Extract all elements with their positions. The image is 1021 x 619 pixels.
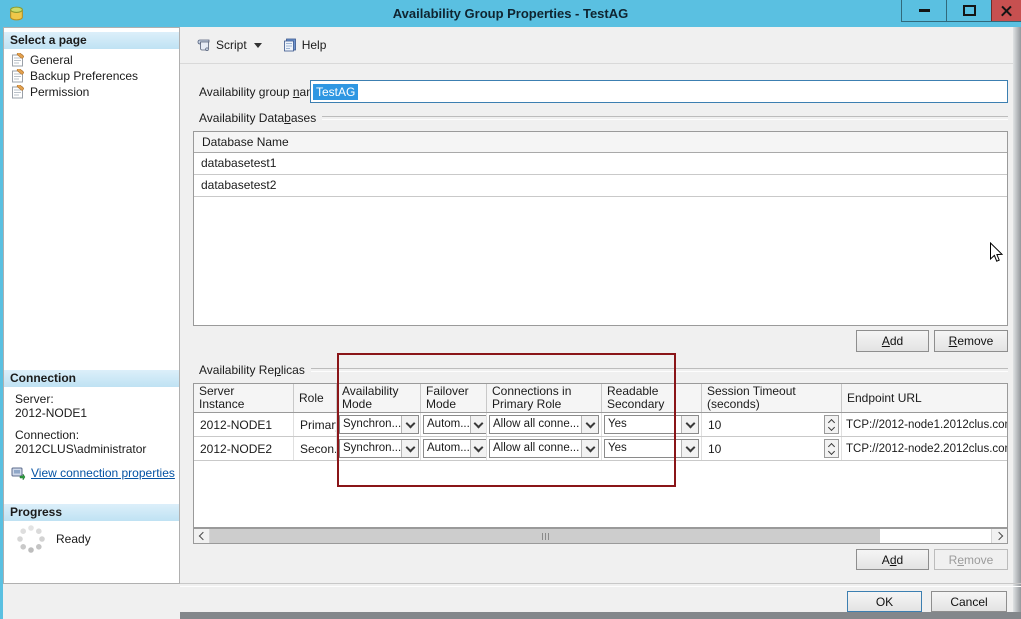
scrollbar-thumb[interactable]	[210, 529, 880, 543]
column-header: Endpoint URL	[842, 384, 1007, 412]
role-cell: Primary	[294, 413, 337, 436]
server-value: 2012-NODE1	[15, 406, 87, 420]
script-icon	[196, 37, 212, 53]
role-cell: Secon...	[294, 437, 337, 460]
dialog-window: Availability Group Properties - TestAG S…	[0, 0, 1021, 619]
ag-name-input[interactable]: TestAG	[310, 80, 1008, 103]
connection-value: 2012CLUS\administrator	[15, 442, 146, 456]
ag-name-label: Availability group name:	[199, 85, 326, 99]
help-icon	[282, 37, 298, 53]
maximize-button[interactable]	[946, 0, 991, 21]
footer-divider	[180, 583, 1021, 587]
select-a-page-header: Select a page	[4, 32, 179, 49]
chevron-left-icon	[198, 532, 206, 540]
databases-add-button[interactable]: Add	[856, 330, 929, 352]
window-title: Availability Group Properties - TestAG	[0, 0, 1021, 27]
ok-button[interactable]: OK	[847, 591, 922, 612]
scrollbar-track[interactable]	[880, 529, 991, 543]
session-timeout-value[interactable]: 10	[702, 418, 721, 432]
progress-spinner-icon	[14, 522, 48, 556]
databases-table: Database Name databasetest1 databasetest…	[193, 131, 1008, 326]
session-timeout-spinner[interactable]	[824, 415, 839, 434]
page-icon	[11, 69, 25, 83]
minimize-icon	[919, 9, 930, 12]
sidebar: Select a page General Backup Preferences	[3, 27, 180, 584]
chevron-right-icon	[994, 532, 1002, 540]
progress-header: Progress	[4, 504, 179, 521]
close-icon	[1000, 4, 1013, 17]
column-header: Server Instance	[199, 385, 254, 411]
table-row[interactable]: databasetest2	[194, 175, 1007, 197]
script-label: Script	[216, 38, 247, 52]
toolbar: Script Help	[180, 27, 1013, 64]
window-right-border	[1013, 27, 1021, 619]
scroll-right-button[interactable]	[991, 529, 1007, 543]
maximize-icon	[963, 5, 976, 16]
sidebar-item-label: General	[30, 53, 73, 67]
databases-column-header: Database Name	[194, 132, 1007, 153]
chevron-down-icon[interactable]	[681, 440, 698, 457]
server-label: Server:	[15, 392, 54, 406]
sidebar-item-label: Backup Preferences	[30, 69, 138, 83]
minimize-button[interactable]	[901, 0, 946, 21]
endpoint-url-cell: TCP://2012-node1.2012clus.com	[842, 413, 1007, 436]
chevron-down-icon[interactable]	[681, 416, 698, 433]
table-row[interactable]: databasetest1	[194, 153, 1007, 175]
page-icon	[11, 85, 25, 99]
view-connection-properties[interactable]: View connection properties	[4, 464, 179, 482]
view-connection-properties-link[interactable]: View connection properties	[31, 466, 175, 480]
annotation-rectangle	[337, 353, 676, 487]
progress-status: Ready	[56, 532, 91, 546]
databases-remove-button[interactable]: Remove	[934, 330, 1008, 352]
session-timeout-value[interactable]: 10	[702, 442, 721, 456]
session-timeout-spinner[interactable]	[824, 439, 839, 458]
replicas-remove-button: Remove	[934, 549, 1008, 570]
scroll-left-button[interactable]	[194, 529, 210, 543]
availability-databases-group-label: Availability Databases	[193, 111, 1008, 125]
availability-group-icon	[8, 5, 25, 22]
ag-name-value: TestAG	[313, 84, 358, 100]
cancel-button[interactable]: Cancel	[931, 591, 1007, 612]
connection-properties-icon	[11, 466, 26, 480]
sidebar-item-label: Permission	[30, 85, 89, 99]
help-button[interactable]: Help	[278, 34, 331, 56]
server-instance-cell: 2012-NODE2	[194, 437, 294, 460]
connection-label: Connection:	[15, 428, 79, 442]
endpoint-url-cell: TCP://2012-node2.2012clus.com	[842, 437, 1007, 460]
title-bar: Availability Group Properties - TestAG	[0, 0, 1021, 28]
window-controls	[901, 0, 1021, 22]
page-icon	[11, 53, 25, 67]
help-label: Help	[302, 38, 327, 52]
column-header: Role	[294, 384, 337, 412]
connection-header: Connection	[4, 370, 179, 387]
replicas-add-button[interactable]: Add	[856, 549, 929, 570]
sidebar-item-backup-preferences[interactable]: Backup Preferences	[4, 68, 179, 84]
column-header: Session Timeout (seconds)	[702, 384, 842, 412]
sidebar-item-general[interactable]: General	[4, 52, 179, 68]
script-button[interactable]: Script	[192, 34, 266, 56]
horizontal-scrollbar[interactable]	[193, 528, 1008, 544]
close-button[interactable]	[991, 0, 1021, 21]
mouse-cursor	[989, 242, 1004, 264]
sidebar-item-permission[interactable]: Permission	[4, 84, 179, 100]
script-dropdown-arrow[interactable]	[254, 43, 262, 48]
window-bottom-border	[180, 612, 1021, 619]
server-instance-cell: 2012-NODE1	[194, 413, 294, 436]
